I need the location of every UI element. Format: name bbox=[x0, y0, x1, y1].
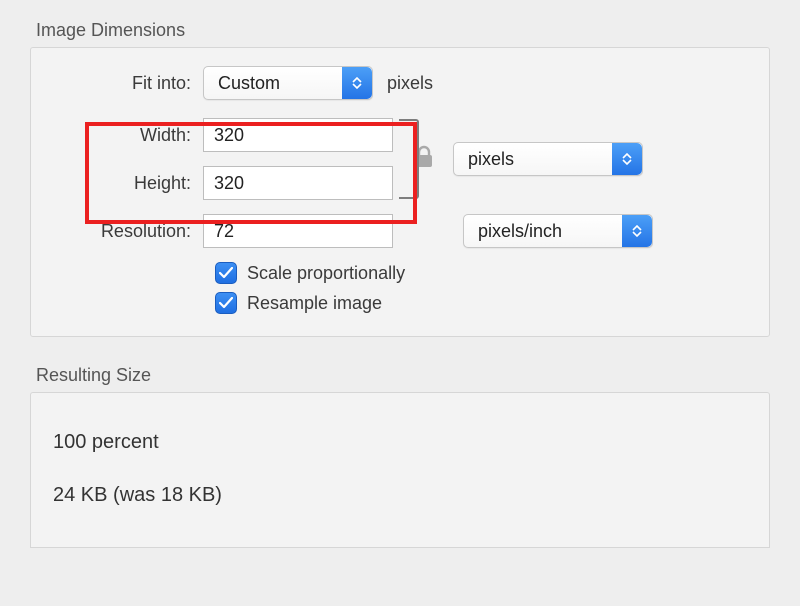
resample-image-checkbox[interactable] bbox=[215, 292, 237, 314]
fit-into-label: Fit into: bbox=[53, 73, 203, 94]
fit-into-row: Fit into: Custom pixels bbox=[53, 66, 747, 100]
width-row: Width: bbox=[53, 118, 393, 152]
resample-image-label: Resample image bbox=[247, 293, 382, 314]
height-input[interactable] bbox=[203, 166, 393, 200]
resolution-row: Resolution: pixels/inch bbox=[53, 214, 747, 248]
chevron-up-down-icon bbox=[342, 67, 372, 99]
resample-image-row: Resample image bbox=[215, 292, 747, 314]
image-dimensions-title: Image Dimensions bbox=[30, 20, 770, 41]
result-percent: 100 percent bbox=[53, 431, 747, 454]
scale-proportionally-checkbox[interactable] bbox=[215, 262, 237, 284]
resolution-label: Resolution: bbox=[53, 221, 203, 242]
resolution-unit-value: pixels/inch bbox=[478, 221, 562, 242]
resulting-size-title: Resulting Size bbox=[30, 365, 770, 386]
chevron-up-down-icon bbox=[622, 215, 652, 247]
width-input[interactable] bbox=[203, 118, 393, 152]
height-label: Height: bbox=[53, 173, 203, 194]
fit-into-unit: pixels bbox=[387, 73, 433, 94]
fit-into-value: Custom bbox=[218, 73, 280, 94]
result-file-size: 24 KB (was 18 KB) bbox=[53, 484, 747, 507]
scale-proportionally-row: Scale proportionally bbox=[215, 262, 747, 284]
resolution-input[interactable] bbox=[203, 214, 393, 248]
resulting-size-panel: 100 percent 24 KB (was 18 KB) bbox=[30, 392, 770, 548]
resolution-unit-select[interactable]: pixels/inch bbox=[463, 214, 653, 248]
height-row: Height: bbox=[53, 166, 393, 200]
scale-proportionally-label: Scale proportionally bbox=[247, 263, 405, 284]
size-unit-value: pixels bbox=[468, 149, 514, 170]
image-dimensions-panel: Fit into: Custom pixels Width: Height: bbox=[30, 47, 770, 337]
size-unit-select[interactable]: pixels bbox=[453, 142, 643, 176]
fit-into-select[interactable]: Custom bbox=[203, 66, 373, 100]
width-label: Width: bbox=[53, 125, 203, 146]
chevron-up-down-icon bbox=[612, 143, 642, 175]
lock-bracket-icon bbox=[399, 119, 419, 199]
